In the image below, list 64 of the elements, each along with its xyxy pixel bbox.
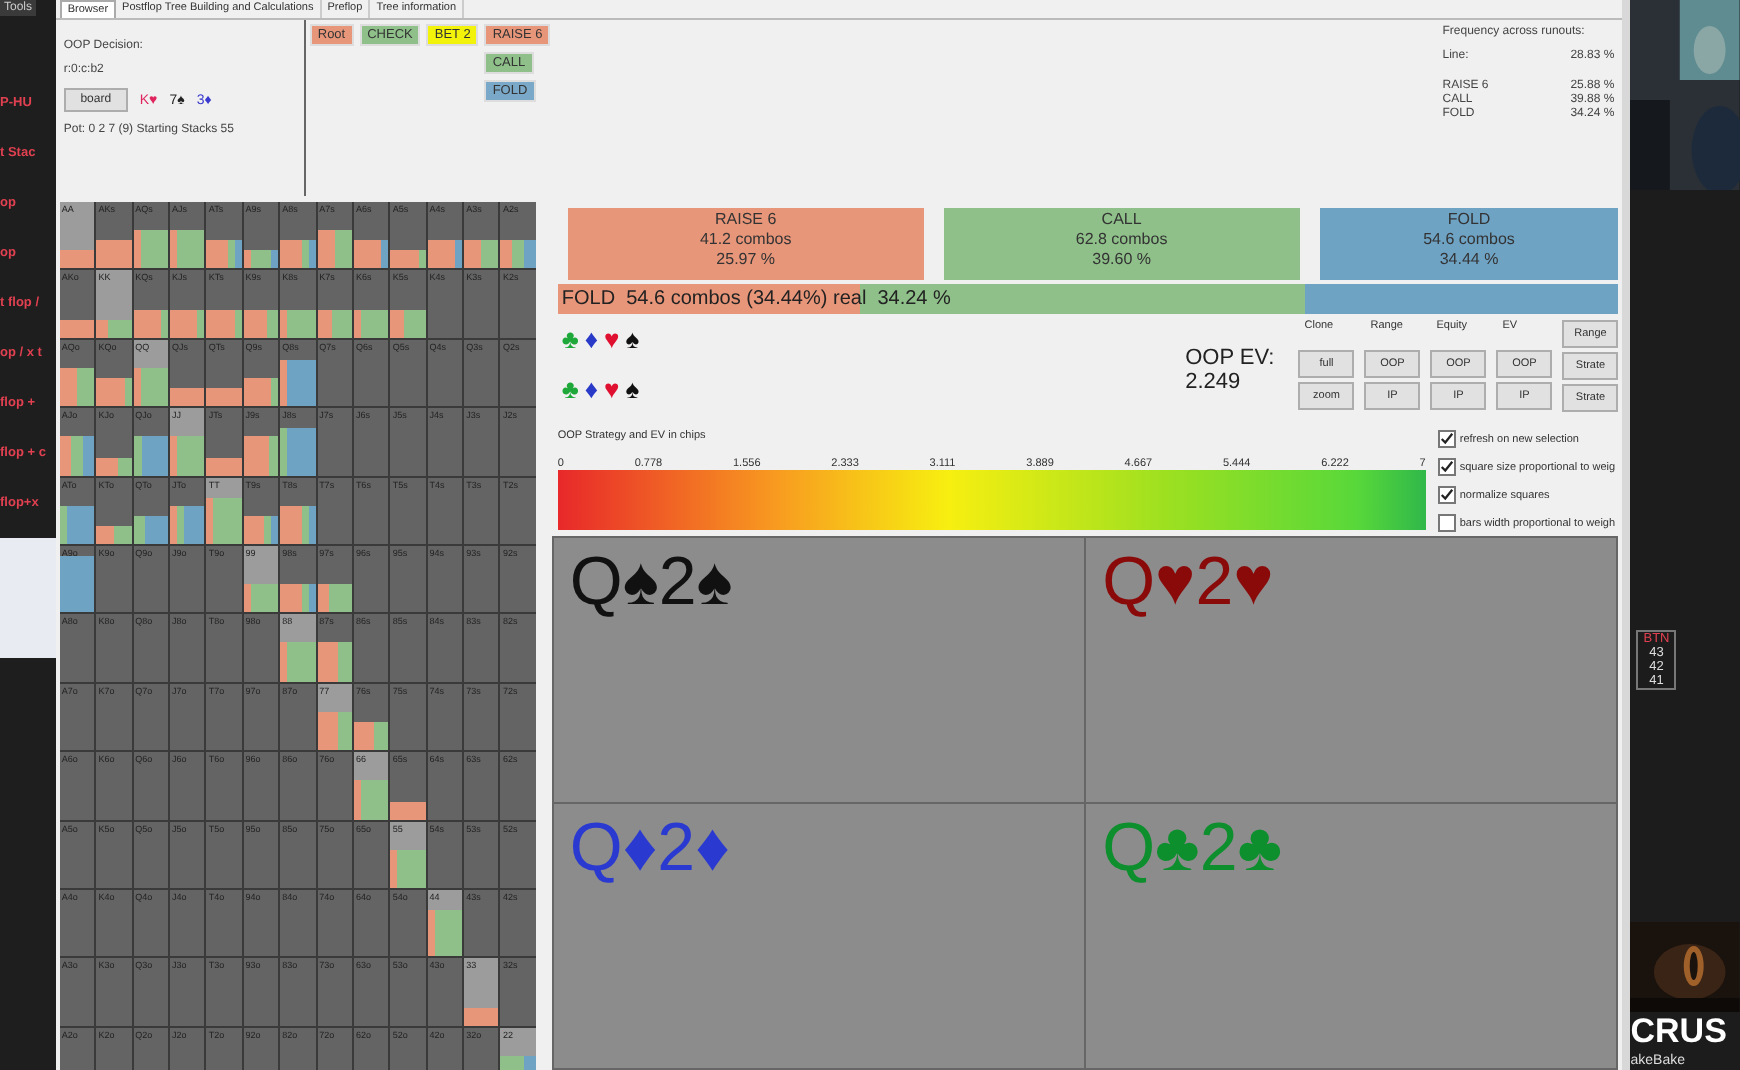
strategy-bar — [353, 309, 389, 338]
suit-toggle[interactable]: ♦ — [584, 376, 599, 402]
checkbox[interactable] — [1437, 514, 1456, 532]
runout-panel[interactable]: Q♥2♥ — [1086, 538, 1617, 802]
strategy-bar — [170, 230, 205, 269]
action-name: RAISE 6 — [715, 210, 777, 230]
runout-panel[interactable]: Q♦2♦ — [553, 804, 1085, 1068]
strategy-bar — [464, 1007, 499, 1026]
action-percent: 39.60 % — [1092, 250, 1151, 270]
ev-label: OOP EV: — [1185, 346, 1275, 370]
strategy-bar — [353, 722, 389, 751]
action-combos: 41.2 combos — [699, 230, 792, 250]
ev-value: 2.249 — [1185, 370, 1243, 394]
strategy-bar — [96, 378, 132, 407]
action-name: FOLD — [1447, 210, 1491, 230]
strategy-bar — [133, 230, 169, 269]
strategy-bar — [390, 309, 426, 338]
action-box[interactable]: FOLD 54.6 combos 34.44 % — [1319, 208, 1619, 280]
strategy-bar — [317, 584, 352, 613]
suit-toggle[interactable]: ♠ — [625, 376, 640, 402]
strategy-bar — [243, 584, 279, 613]
suit-toggle[interactable]: ♥ — [604, 376, 620, 402]
checkbox[interactable] — [1437, 430, 1456, 448]
strategy-bar — [243, 309, 279, 338]
suit-toggle[interactable]: ♠ — [625, 326, 640, 352]
strategy-bar — [464, 240, 499, 269]
strategy-bar — [390, 849, 426, 888]
runout-panel[interactable]: Q♠2♠ — [553, 538, 1085, 802]
checkbox[interactable] — [1437, 486, 1456, 504]
action-box[interactable]: CALL 62.8 combos 39.60 % — [943, 208, 1300, 280]
checkbox[interactable] — [1437, 458, 1456, 476]
strategy-bar — [170, 505, 205, 544]
banner-text: CRUS — [1630, 1012, 1729, 1052]
strategy-bar — [317, 642, 352, 682]
strategy-bar — [317, 230, 352, 269]
strategy-bar — [59, 367, 95, 407]
suit-toggle[interactable]: ♣ — [561, 326, 579, 352]
strategy-bar — [59, 555, 95, 613]
strategy-bar — [280, 309, 316, 338]
action-percent: 25.97 % — [716, 250, 776, 270]
runout-label: Q♣2♣ — [1102, 810, 1283, 886]
suit-toggle[interactable]: ♦ — [584, 326, 599, 352]
strategy-bar — [280, 584, 316, 613]
suit-toggle[interactable]: ♥ — [604, 326, 620, 352]
strategy-bar — [427, 909, 463, 957]
action-box[interactable]: RAISE 6 41.2 combos 25.97 % — [567, 208, 924, 280]
strategy-bar — [280, 505, 316, 544]
strategy-bar — [170, 309, 205, 338]
action-name: CALL — [1101, 210, 1142, 230]
action-combos: 54.6 combos — [1423, 230, 1515, 250]
runout-label: Q♠2♠ — [569, 544, 733, 620]
suit-toggle[interactable]: ♣ — [561, 376, 579, 402]
strategy-bar — [500, 240, 536, 269]
runout-label: Q♥2♥ — [1102, 544, 1274, 620]
summary-text: FOLD 54.6 combos (34.44%) real 34.24 % — [559, 288, 951, 310]
runout-label: Q♦2♦ — [569, 810, 730, 886]
action-combos: 62.8 combos — [1075, 230, 1168, 250]
strategy-bar — [317, 711, 352, 751]
action-percent: 34.44 % — [1439, 250, 1499, 270]
strategy-bar — [317, 309, 352, 338]
strategy-bar — [206, 309, 242, 338]
strategy-bar — [280, 642, 316, 682]
strategy-bar — [280, 428, 316, 476]
strategy-bar — [59, 319, 95, 338]
